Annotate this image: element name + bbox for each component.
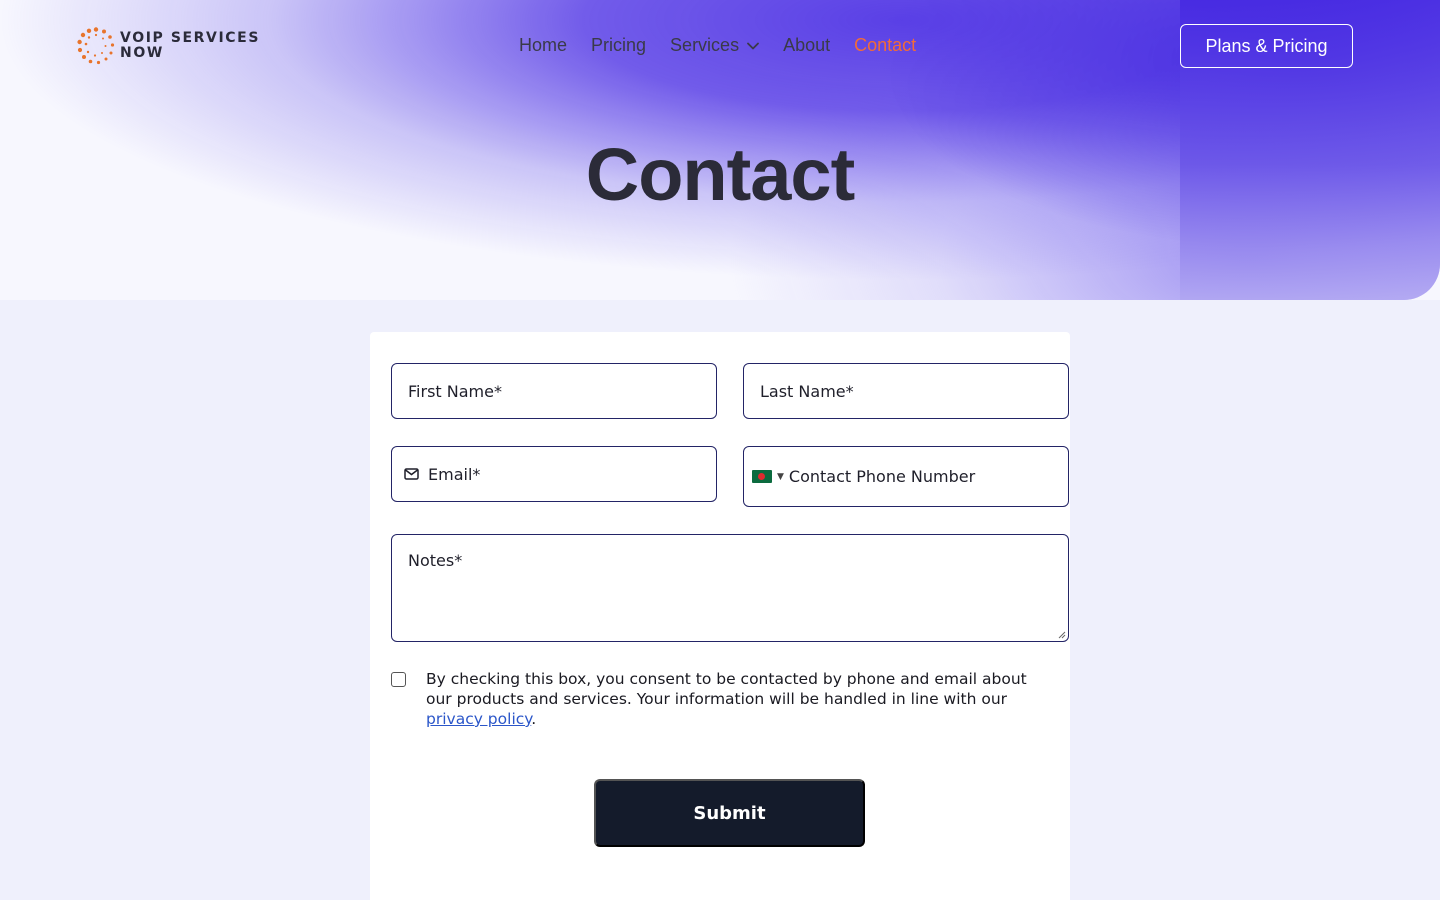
resize-handle-icon[interactable] [1058,631,1066,639]
nav-services[interactable]: Services [670,35,759,56]
chevron-down-icon [747,42,759,49]
last-name-field[interactable]: Last Name* [743,363,1069,419]
dotted-ring-logo-icon [77,27,115,65]
first-name-field[interactable]: First Name* [391,363,717,419]
nav-pricing[interactable]: Pricing [591,35,646,56]
email-field[interactable]: Email* [391,446,717,502]
phone-placeholder: Contact Phone Number [788,467,976,486]
main-nav: Home Pricing Services About Contact [519,35,916,56]
consent-checkbox[interactable] [391,672,406,687]
country-caret-icon[interactable]: ▼ [777,472,784,482]
brand-name: VOIP SERVICES NOW [120,31,260,61]
privacy-policy-link[interactable]: privacy policy [426,710,531,728]
first-name-placeholder: First Name* [408,381,502,401]
consent-text-block: By checking this box, you consent to be … [426,669,1051,729]
submit-button[interactable]: Submit [594,779,865,847]
consent-row: By checking this box, you consent to be … [391,669,1051,729]
contact-form-card: First Name* Last Name* Email* ▼ Contact … [370,332,1070,900]
bangladesh-flag-icon[interactable] [752,470,772,483]
consent-text: By checking this box, you consent to be … [426,670,1027,708]
brand-line-1: VOIP SERVICES [120,30,261,46]
email-placeholder: Email* [428,464,481,484]
envelope-icon [404,468,419,480]
nav-about[interactable]: About [783,35,830,56]
notes-field[interactable]: Notes* [391,534,1069,642]
page-title: Contact [585,133,855,216]
brand-logo[interactable]: VOIP SERVICES NOW [76,26,260,66]
plans-pricing-button[interactable]: Plans & Pricing [1180,24,1353,68]
phone-field[interactable]: ▼ Contact Phone Number [743,446,1069,507]
nav-contact[interactable]: Contact [854,35,916,56]
nav-services-label: Services [670,35,740,55]
nav-home[interactable]: Home [519,35,567,56]
notes-placeholder: Notes* [408,551,463,570]
consent-suffix: . [531,710,537,728]
brand-line-2: NOW [120,45,164,61]
last-name-placeholder: Last Name* [760,381,854,401]
